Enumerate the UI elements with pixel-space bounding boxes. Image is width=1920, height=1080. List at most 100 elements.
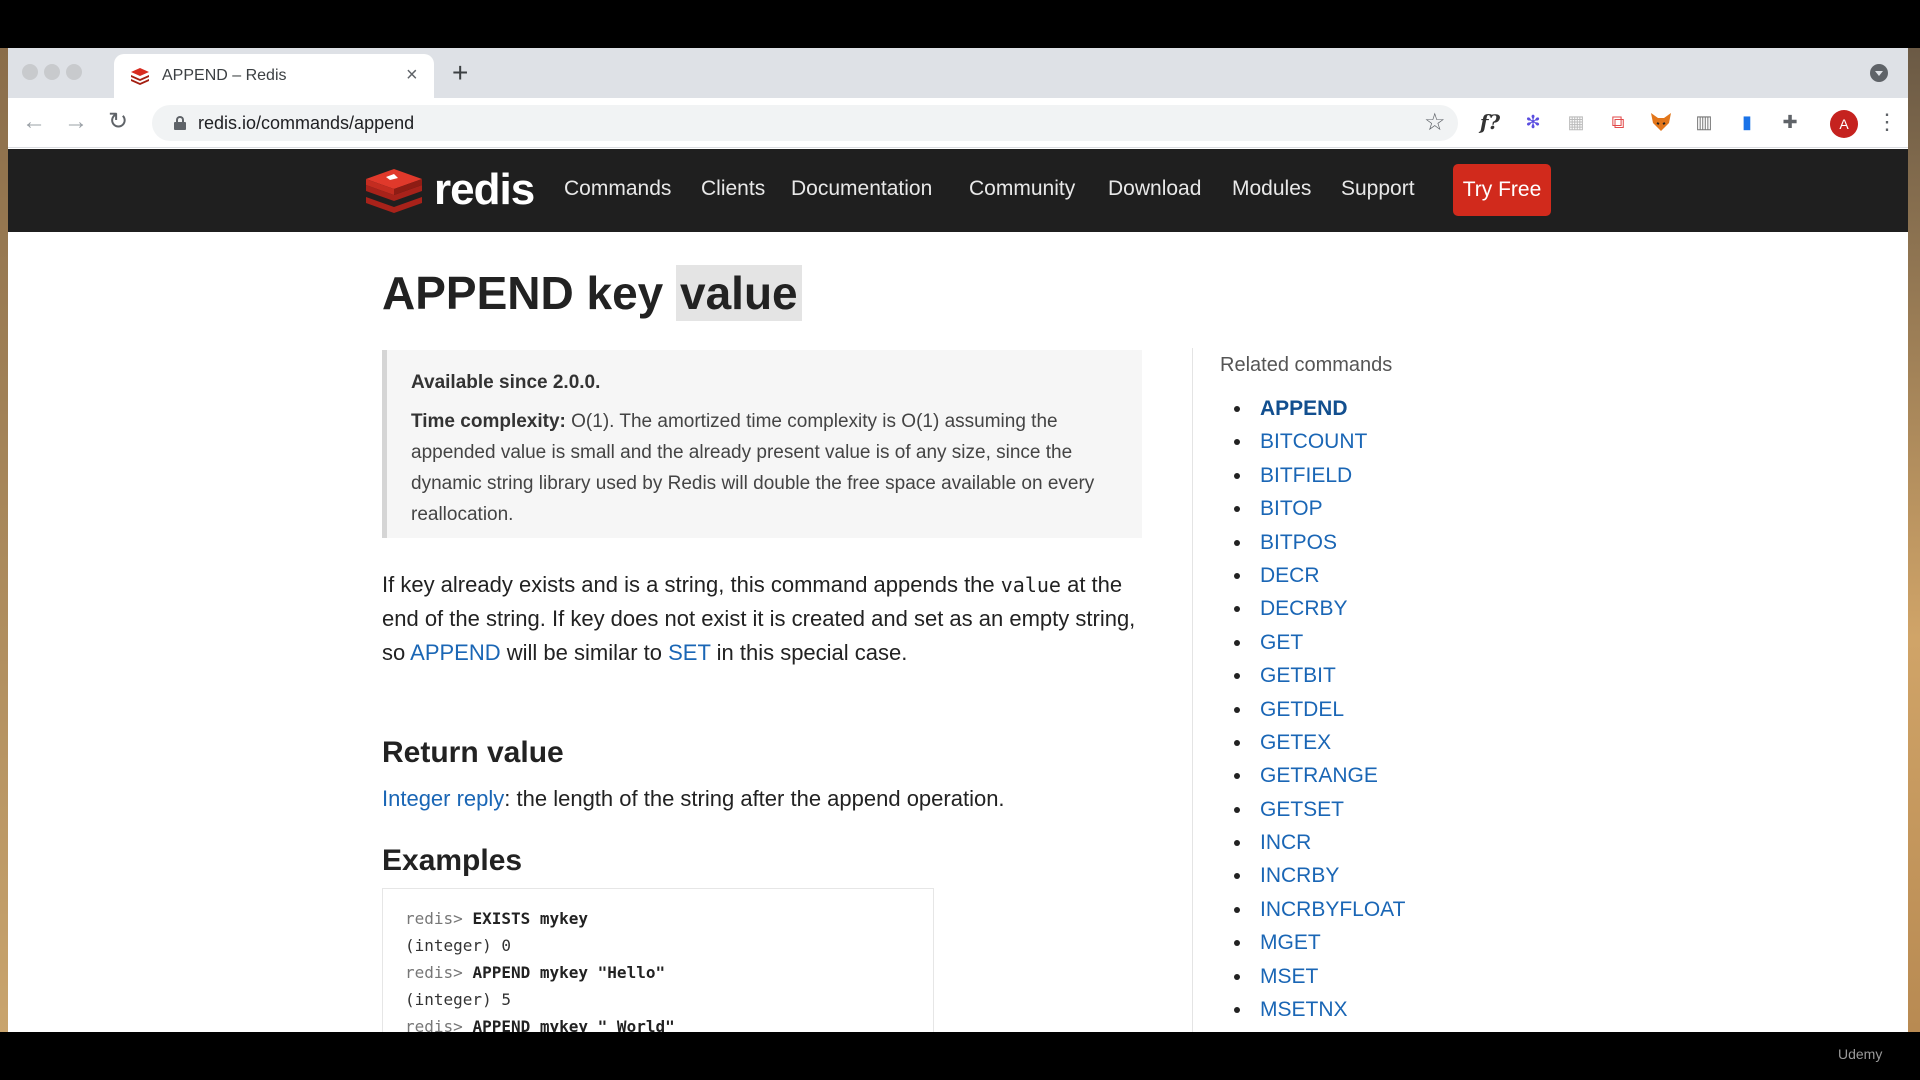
redis-logo[interactable]: redis bbox=[364, 165, 535, 217]
code-line: (integer) 5 bbox=[405, 990, 511, 1009]
related-command-link-decr[interactable]: DECR bbox=[1260, 564, 1320, 587]
book-extension-icon[interactable]: ▮ bbox=[1735, 110, 1759, 134]
examples-heading: Examples bbox=[382, 844, 523, 877]
related-command-item: DECR bbox=[1228, 559, 1405, 592]
related-command-item: GETRANGE bbox=[1228, 759, 1405, 792]
redis-favicon-icon bbox=[131, 68, 149, 85]
code-line: redis> APPEND mykey " World" bbox=[405, 1017, 675, 1032]
nav-support[interactable]: Support bbox=[1341, 177, 1415, 201]
related-command-link-get[interactable]: GET bbox=[1260, 631, 1303, 654]
tab-append-redis[interactable]: APPEND – Redis × bbox=[114, 54, 434, 98]
related-command-link-mget[interactable]: MGET bbox=[1260, 931, 1321, 954]
command-description: If key already exists and is a string, t… bbox=[382, 568, 1142, 670]
integer-reply-link[interactable]: Integer reply bbox=[382, 786, 504, 811]
related-command-link-getrange[interactable]: GETRANGE bbox=[1260, 764, 1378, 787]
related-command-item: MSET bbox=[1228, 960, 1405, 993]
description-text: in this special case. bbox=[710, 640, 908, 665]
udemy-watermark: Udemy bbox=[1838, 1046, 1883, 1062]
forward-icon[interactable]: → bbox=[64, 108, 88, 136]
reload-icon[interactable]: ↻ bbox=[108, 108, 128, 136]
related-command-link-decrby[interactable]: DECRBY bbox=[1260, 597, 1348, 620]
video-letterbox-bottom bbox=[0, 1032, 1920, 1080]
desktop-wallpaper-edge bbox=[1908, 48, 1920, 1032]
grid-extension-icon[interactable]: ▦ bbox=[1564, 110, 1588, 134]
gear-extension-icon[interactable]: ✻ bbox=[1521, 110, 1545, 134]
related-command-link-getdel[interactable]: GETDEL bbox=[1260, 698, 1344, 721]
nav-community[interactable]: Community bbox=[969, 177, 1075, 201]
related-command-link-getset[interactable]: GETSET bbox=[1260, 798, 1344, 821]
related-command-link-msetnx[interactable]: MSETNX bbox=[1260, 998, 1348, 1021]
lock-icon[interactable] bbox=[174, 116, 186, 130]
related-command-link-getex[interactable]: GETEX bbox=[1260, 731, 1331, 754]
related-command-item: DECRBY bbox=[1228, 592, 1405, 625]
nav-download[interactable]: Download bbox=[1108, 177, 1201, 201]
related-command-link-incrbyfloat[interactable]: INCRBYFLOAT bbox=[1260, 898, 1405, 921]
browser-window: APPEND – Redis × + ← → ↻ redis.io/comman… bbox=[8, 48, 1908, 1032]
puzzle-extension-icon[interactable]: ✚ bbox=[1778, 110, 1802, 134]
related-command-link-bitcount[interactable]: BITCOUNT bbox=[1260, 430, 1367, 453]
related-command-link-mset[interactable]: MSET bbox=[1260, 965, 1318, 988]
related-command-item: BITCOUNT bbox=[1228, 425, 1405, 458]
code-prompt: redis> bbox=[405, 909, 473, 928]
tab-strip: APPEND – Redis × + bbox=[8, 48, 1908, 98]
tab-close-icon[interactable]: × bbox=[406, 64, 418, 86]
title-command: APPEND key bbox=[382, 267, 664, 319]
related-command-item: INCRBYFLOAT bbox=[1228, 893, 1405, 926]
return-value-heading: Return value bbox=[382, 736, 564, 769]
title-highlighted-arg: value bbox=[676, 265, 802, 321]
fox-extension-icon[interactable] bbox=[1649, 110, 1673, 134]
window-minimize-dot[interactable] bbox=[44, 64, 60, 80]
desktop-wallpaper-edge bbox=[0, 48, 8, 1032]
available-since: Available since 2.0.0. bbox=[411, 372, 601, 393]
related-command-item: GETEX bbox=[1228, 726, 1405, 759]
related-command-link-bitop[interactable]: BITOP bbox=[1260, 497, 1323, 520]
example-code-block[interactable]: redis> EXISTS mykey (integer) 0 redis> A… bbox=[382, 888, 934, 1032]
related-command-link-getbit[interactable]: GETBIT bbox=[1260, 664, 1336, 687]
related-command-link-bitfield[interactable]: BITFIELD bbox=[1260, 464, 1352, 487]
code-line: (integer) 0 bbox=[405, 936, 511, 955]
window-close-dot[interactable] bbox=[22, 64, 38, 80]
url-text[interactable]: redis.io/commands/append bbox=[198, 113, 414, 134]
time-complexity-label: Time complexity: bbox=[411, 411, 566, 432]
description-text: will be similar to bbox=[500, 640, 669, 665]
related-command-link-append[interactable]: APPEND bbox=[1260, 397, 1348, 420]
window-zoom-dot[interactable] bbox=[66, 64, 82, 80]
redis-logo-text: redis bbox=[434, 165, 535, 214]
related-commands-list: APPEND BITCOUNT BITFIELD BITOP BITPOS DECR DEC… bbox=[1228, 392, 1405, 1026]
nav-modules[interactable]: Modules bbox=[1232, 177, 1311, 201]
append-link[interactable]: APPEND bbox=[410, 640, 500, 665]
description-text: If key already exists and is a string, t… bbox=[382, 572, 1001, 597]
nav-commands[interactable]: Commands bbox=[564, 177, 671, 201]
nav-documentation[interactable]: Documentation bbox=[791, 177, 932, 201]
badge-extension-icon[interactable]: ⧉ bbox=[1606, 110, 1630, 134]
video-letterbox-top bbox=[0, 0, 1920, 48]
code-command: APPEND mykey " World" bbox=[472, 1017, 675, 1032]
nav-clients[interactable]: Clients bbox=[701, 177, 765, 201]
browser-menu-icon[interactable]: ⋮ bbox=[1876, 110, 1898, 134]
return-value-text: Integer reply: the length of the string … bbox=[382, 786, 1005, 812]
related-command-link-incrby[interactable]: INCRBY bbox=[1260, 864, 1339, 887]
code-line: redis> APPEND mykey "Hello" bbox=[405, 963, 665, 982]
new-tab-icon[interactable]: + bbox=[452, 58, 468, 88]
tab-search-icon[interactable] bbox=[1870, 64, 1888, 82]
f-extension-icon[interactable]: f? bbox=[1478, 110, 1502, 134]
code-prompt: redis> bbox=[405, 1017, 473, 1032]
chart-extension-icon[interactable]: ▥ bbox=[1692, 110, 1716, 134]
code-line: redis> EXISTS mykey bbox=[405, 909, 588, 928]
related-command-item: BITPOS bbox=[1228, 526, 1405, 559]
related-command-link-incr[interactable]: INCR bbox=[1260, 831, 1311, 854]
profile-avatar[interactable]: A bbox=[1830, 110, 1858, 138]
related-command-item: MSETNX bbox=[1228, 993, 1405, 1026]
related-command-item: GETDEL bbox=[1228, 693, 1405, 726]
back-icon[interactable]: ← bbox=[22, 108, 46, 136]
try-free-button[interactable]: Try Free bbox=[1453, 164, 1551, 216]
related-command-item: INCRBY bbox=[1228, 859, 1405, 892]
inline-code-value: value bbox=[1000, 573, 1061, 597]
address-bar[interactable]: redis.io/commands/append ☆ bbox=[152, 105, 1458, 141]
related-command-item: GETSET bbox=[1228, 793, 1405, 826]
related-command-link-bitpos[interactable]: BITPOS bbox=[1260, 531, 1337, 554]
redis-cube-icon bbox=[366, 169, 422, 213]
bookmark-star-icon[interactable]: ☆ bbox=[1424, 109, 1446, 137]
related-commands-title: Related commands bbox=[1220, 354, 1393, 376]
set-link[interactable]: SET bbox=[668, 640, 710, 665]
